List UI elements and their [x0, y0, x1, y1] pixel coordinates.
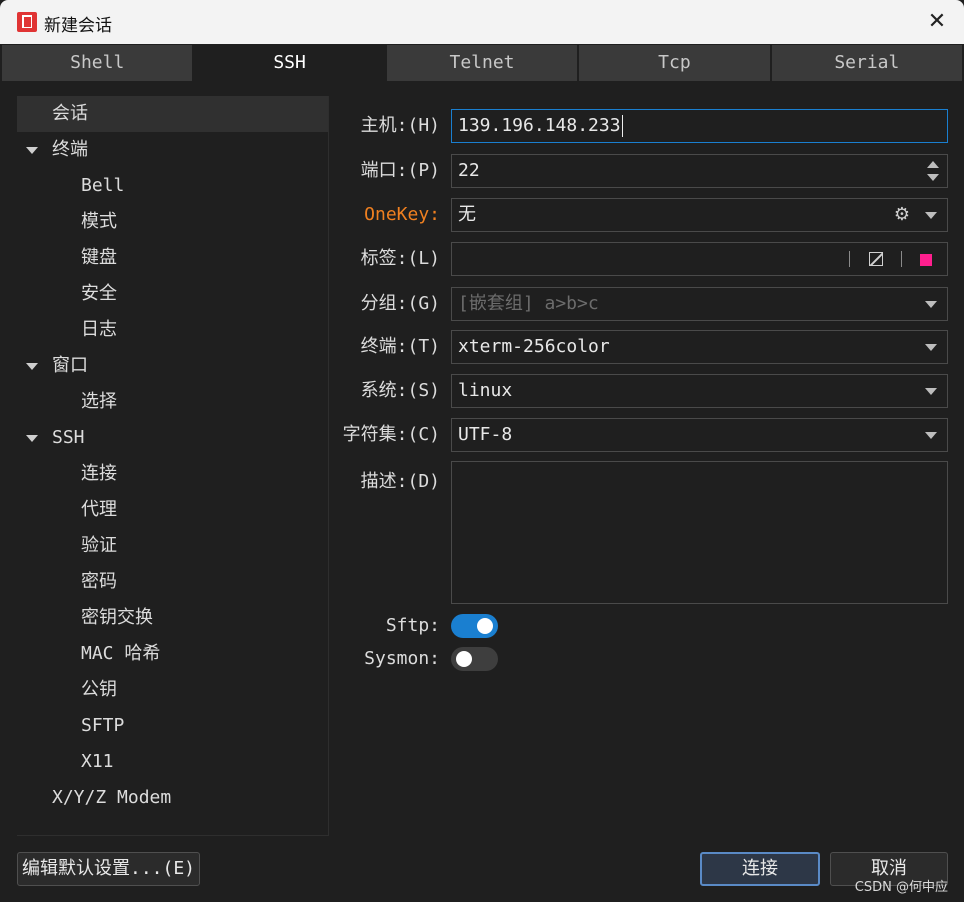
spin-up-icon[interactable]	[927, 161, 939, 168]
tree-item-log[interactable]: 日志	[81, 312, 117, 348]
window-title: 新建会话	[44, 16, 112, 36]
onekey-label: OneKey:	[364, 204, 440, 225]
chevron-down-icon[interactable]	[925, 388, 937, 395]
tree-item-ssh[interactable]: SSH	[17, 420, 328, 456]
text-cursor	[621, 115, 623, 137]
onekey-value: 无	[458, 204, 476, 225]
tab-serial[interactable]: Serial	[771, 45, 963, 81]
tag-label: 标签:(L)	[360, 248, 440, 269]
charset-select[interactable]: UTF-8	[451, 418, 948, 452]
tree-item-window[interactable]: 窗口	[17, 348, 328, 384]
tree-item-label: SSH	[52, 427, 85, 448]
onekey-select[interactable]: 无 ⚙	[451, 198, 948, 232]
charset-value: UTF-8	[458, 424, 513, 445]
chevron-down-icon[interactable]	[925, 212, 937, 219]
toggle-knob	[456, 651, 472, 667]
sftp-label: Sftp:	[385, 615, 440, 636]
tab-tcp[interactable]: Tcp	[579, 45, 770, 81]
separator	[901, 251, 902, 267]
system-label: 系统:(S)	[360, 380, 440, 401]
expand-caret-icon[interactable]	[26, 147, 38, 154]
chevron-down-icon[interactable]	[925, 432, 937, 439]
group-placeholder: [嵌套组] a>b>c	[458, 293, 599, 314]
tree-item-session[interactable]: 会话	[17, 96, 328, 132]
terminal-select[interactable]: xterm-256color	[451, 330, 948, 364]
host-label: 主机:(H)	[360, 115, 440, 136]
host-input[interactable]: 139.196.148.233	[451, 109, 948, 143]
edit-defaults-button[interactable]: 编辑默认设置...(E)	[17, 852, 200, 886]
tree-item-label: 窗口	[52, 355, 88, 376]
tree-item-key-exchange[interactable]: 密钥交换	[81, 600, 153, 636]
port-label: 端口:(P)	[360, 160, 440, 181]
tree-item-security[interactable]: 安全	[81, 276, 117, 312]
expand-caret-icon[interactable]	[26, 435, 38, 442]
tab-shell[interactable]: Shell	[2, 45, 193, 81]
port-value: 22	[458, 160, 480, 181]
tree-item-selection[interactable]: 选择	[81, 384, 117, 420]
host-value: 139.196.148.233	[458, 115, 621, 136]
tree-item-terminal[interactable]: 终端	[17, 132, 328, 168]
chevron-down-icon[interactable]	[925, 301, 937, 308]
sysmon-toggle[interactable]	[451, 647, 498, 671]
toggle-knob	[477, 618, 493, 634]
connect-button[interactable]: 连接	[700, 852, 820, 886]
tree-item-mac-hash[interactable]: MAC 哈希	[81, 636, 160, 672]
tab-telnet[interactable]: Telnet	[386, 45, 578, 81]
system-value: linux	[458, 380, 513, 401]
port-input[interactable]: 22	[451, 154, 948, 188]
tree-item-public-key[interactable]: 公钥	[81, 672, 117, 708]
group-label: 分组:(G)	[360, 293, 440, 314]
system-select[interactable]: linux	[451, 374, 948, 408]
tree-item-connection[interactable]: 连接	[81, 456, 117, 492]
no-color-icon[interactable]	[869, 252, 883, 266]
color-swatch-icon[interactable]	[920, 254, 932, 266]
tree-item-sftp[interactable]: SFTP	[81, 708, 124, 744]
expand-caret-icon[interactable]	[26, 363, 38, 370]
sftp-toggle[interactable]	[451, 614, 498, 638]
tree-item-mode[interactable]: 模式	[81, 204, 117, 240]
tab-ssh[interactable]: SSH	[194, 45, 385, 81]
tree-item-keyboard[interactable]: 键盘	[81, 240, 117, 276]
charset-label: 字符集:(C)	[342, 424, 440, 445]
settings-tree: 会话 终端 Bell 模式 键盘 安全 日志 窗口 选择 SSH 连接 代理 验…	[17, 96, 329, 836]
description-label: 描述:(D)	[360, 471, 440, 492]
tree-item-bell[interactable]: Bell	[81, 168, 124, 204]
tree-item-proxy[interactable]: 代理	[81, 492, 117, 528]
terminal-value: xterm-256color	[458, 336, 610, 357]
description-textarea[interactable]	[451, 461, 948, 604]
tree-item-auth[interactable]: 验证	[81, 528, 117, 564]
watermark: CSDN @何中应	[854, 880, 948, 895]
terminal-label: 终端:(T)	[360, 336, 440, 357]
group-select[interactable]: [嵌套组] a>b>c	[451, 287, 948, 321]
tree-item-label: 终端	[52, 139, 88, 160]
gear-icon[interactable]: ⚙	[894, 199, 910, 231]
tag-input[interactable]	[451, 242, 948, 276]
chevron-down-icon[interactable]	[925, 344, 937, 351]
tree-item-x11[interactable]: X11	[81, 744, 114, 780]
title-bar: 新建会话 ✕	[0, 0, 964, 44]
protocol-tabs: Shell SSH Telnet Tcp Serial	[2, 45, 963, 81]
tree-item-password[interactable]: 密码	[81, 564, 117, 600]
spin-down-icon[interactable]	[927, 174, 939, 181]
close-icon[interactable]: ✕	[924, 9, 950, 35]
tree-item-xyz-modem[interactable]: X/Y/Z Modem	[52, 780, 171, 816]
sysmon-label: Sysmon:	[364, 648, 440, 669]
separator	[849, 251, 850, 267]
app-logo-icon	[17, 12, 37, 32]
